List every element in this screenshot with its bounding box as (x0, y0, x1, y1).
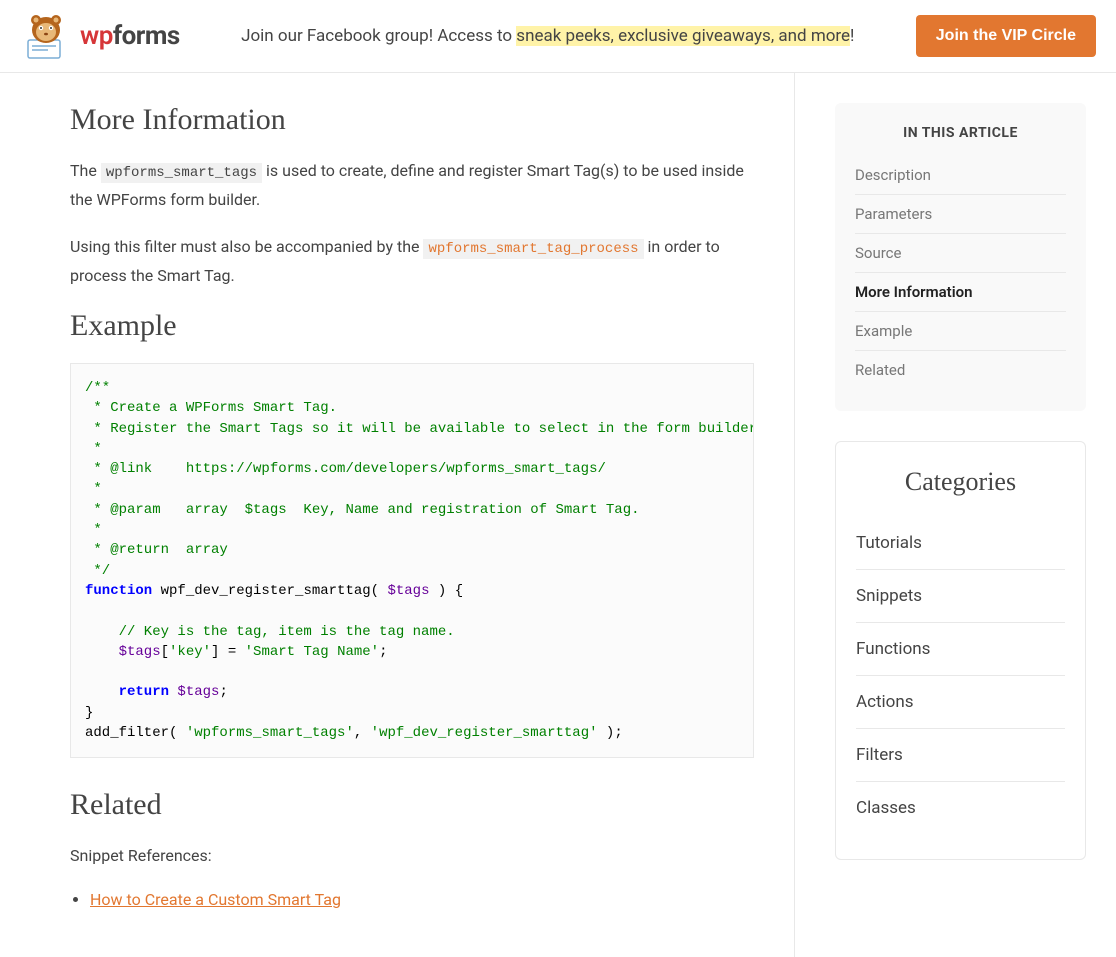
category-classes[interactable]: Classes (856, 782, 1065, 834)
main-content: More Information The wpforms_smart_tags … (0, 73, 795, 957)
sidebar: IN THIS ARTICLE Description Parameters S… (795, 73, 1116, 957)
category-functions[interactable]: Functions (856, 623, 1065, 675)
vip-button[interactable]: Join the VIP Circle (916, 15, 1096, 57)
category-tutorials[interactable]: Tutorials (856, 517, 1065, 569)
toc-title: IN THIS ARTICLE (835, 125, 1086, 141)
related-intro: Snippet References: (70, 842, 754, 869)
more-info-paragraph-2: Using this filter must also be accompani… (70, 233, 754, 289)
category-snippets[interactable]: Snippets (856, 570, 1065, 622)
category-actions[interactable]: Actions (856, 676, 1065, 728)
related-heading: Related (70, 788, 754, 822)
toc-item-parameters[interactable]: Parameters (855, 195, 1066, 233)
promo-highlight[interactable]: sneak peeks, exclusive giveaways, and mo… (516, 26, 850, 46)
categories-title: Categories (856, 467, 1065, 497)
toc-item-description[interactable]: Description (855, 156, 1066, 194)
categories-list: Tutorials Snippets Functions Actions Fil… (856, 517, 1065, 834)
related-list-item: How to Create a Custom Smart Tag (90, 890, 754, 909)
more-information-heading: More Information (70, 103, 754, 137)
toc-list: Description Parameters Source More Infor… (835, 156, 1086, 389)
code-block: /** * Create a WPForms Smart Tag. * Regi… (70, 363, 754, 758)
category-filters[interactable]: Filters (856, 729, 1065, 781)
example-heading: Example (70, 309, 754, 343)
toc-item-source[interactable]: Source (855, 234, 1066, 272)
categories-box: Categories Tutorials Snippets Functions … (835, 441, 1086, 860)
related-link[interactable]: How to Create a Custom Smart Tag (90, 890, 341, 909)
code-link-smart-tag-process[interactable]: wpforms_smart_tag_process (423, 239, 643, 259)
page-container: More Information The wpforms_smart_tags … (0, 73, 1116, 957)
code-wpforms-smart-tags: wpforms_smart_tags (101, 163, 262, 183)
promo-text: Join our Facebook group! Access to sneak… (241, 26, 854, 46)
toc-item-related[interactable]: Related (855, 351, 1066, 389)
toc-item-example[interactable]: Example (855, 312, 1066, 350)
related-list: How to Create a Custom Smart Tag (90, 890, 754, 909)
toc-box: IN THIS ARTICLE Description Parameters S… (835, 103, 1086, 411)
logo[interactable]: wpforms (20, 12, 180, 60)
more-info-paragraph-1: The wpforms_smart_tags is used to create… (70, 157, 754, 213)
logo-mascot-icon (20, 12, 72, 60)
toc-item-more-information[interactable]: More Information (855, 273, 1066, 311)
logo-text: wpforms (80, 21, 180, 51)
site-header: wpforms Join our Facebook group! Access … (0, 0, 1116, 73)
